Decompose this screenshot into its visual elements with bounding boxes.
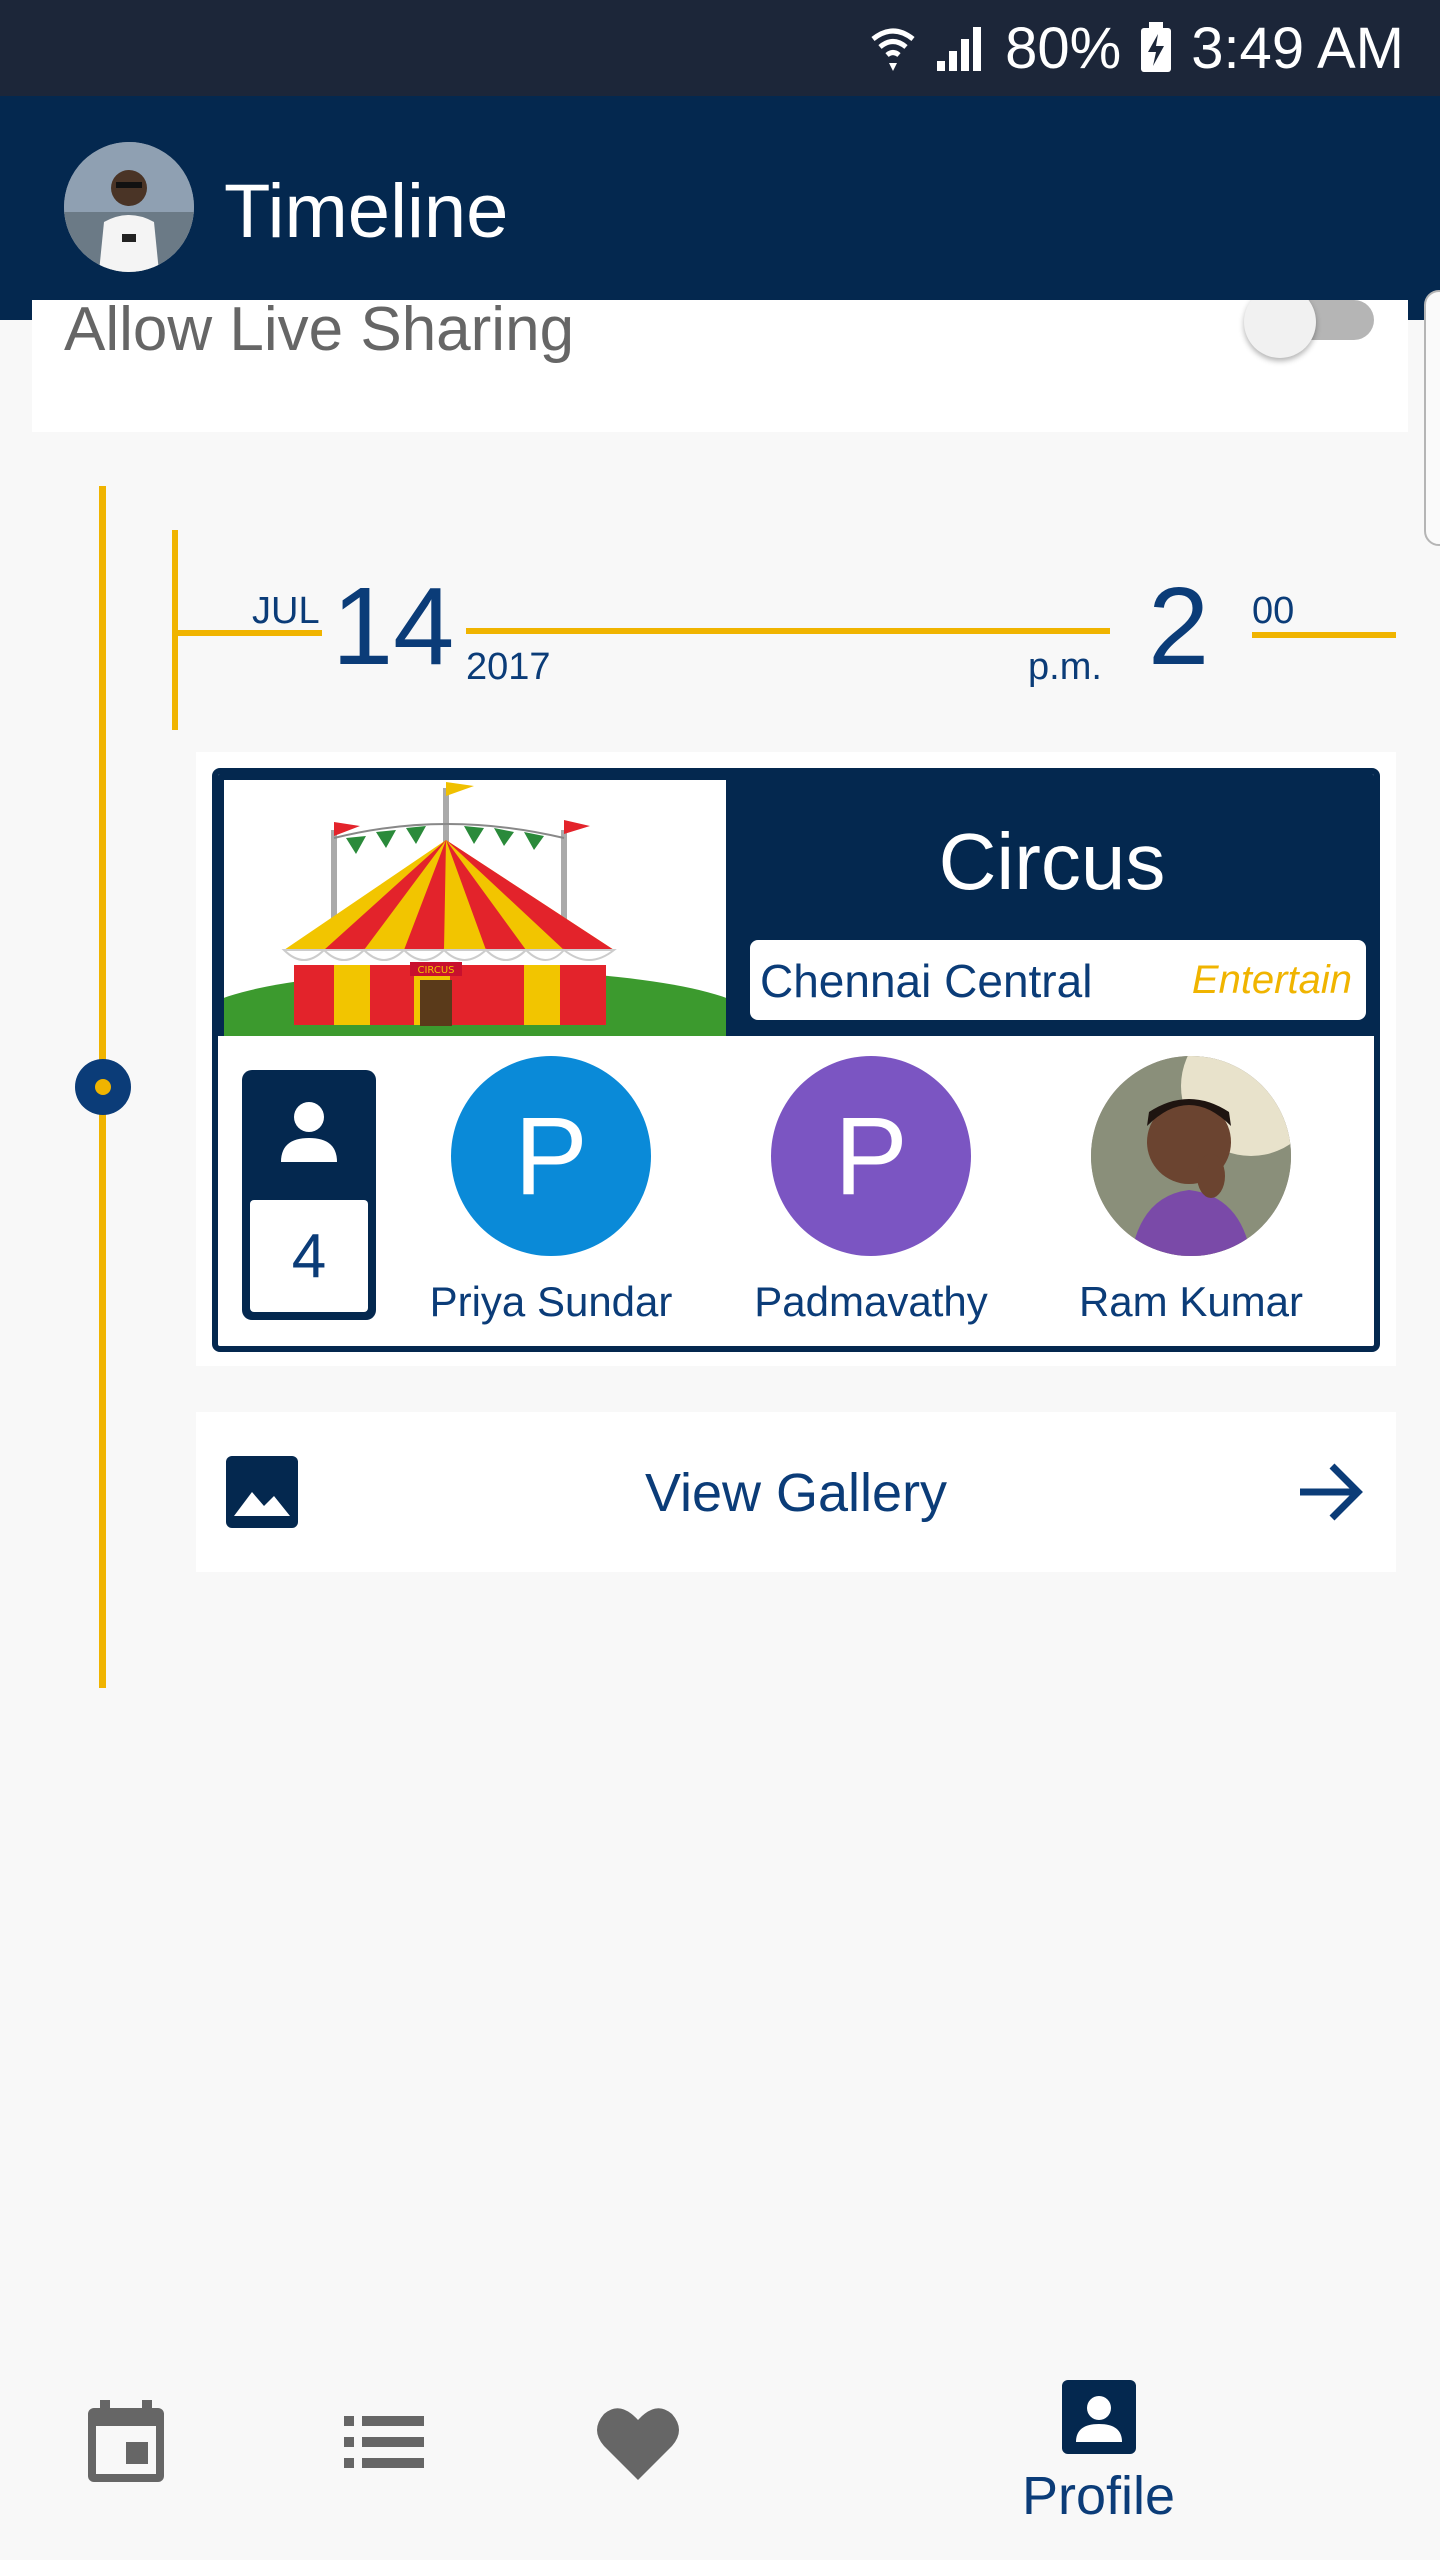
attendee-avatar: P — [771, 1056, 971, 1256]
attendee-count-badge: 4 — [242, 1070, 376, 1320]
clock: 3:49 AM — [1191, 15, 1404, 81]
battery-percent: 80% — [1005, 15, 1122, 81]
nav-favorites[interactable] — [596, 2404, 680, 2487]
attendee-name: Ram Kumar — [1078, 1278, 1304, 1325]
live-sharing-card: Allow Live Sharing — [32, 300, 1408, 432]
nav-profile[interactable]: Profile — [1022, 2380, 1175, 2527]
circus-sign: CIRCUS — [417, 965, 454, 976]
live-sharing-label: Allow Live Sharing — [64, 300, 575, 364]
view-gallery-button[interactable]: View Gallery — [196, 1412, 1396, 1572]
heart-icon — [596, 2404, 680, 2487]
person-icon — [279, 1100, 339, 1167]
attendee-avatar: P — [451, 1056, 651, 1256]
event-minute: 00 — [1252, 590, 1295, 632]
event-year: 2017 — [466, 646, 551, 688]
event-card[interactable]: CIRCUS Circus Chennai Central Entertain … — [212, 768, 1380, 1352]
attendee-avatar — [1091, 1056, 1291, 1256]
event-title: Circus — [938, 817, 1166, 906]
list-icon — [344, 2416, 424, 2473]
event-ampm: p.m. — [1028, 646, 1102, 688]
live-sharing-toggle[interactable] — [1244, 300, 1374, 358]
attendee-name: Padmavathy — [754, 1278, 988, 1325]
scroll-indicator[interactable] — [1424, 290, 1440, 546]
nav-profile-label: Profile — [1022, 2466, 1176, 2526]
page-title: Timeline — [224, 169, 509, 254]
calendar-icon — [84, 2400, 168, 2489]
event-category: Entertain — [1191, 958, 1352, 1002]
toggle-thumb — [1244, 300, 1316, 358]
arrow-right-icon — [1296, 1460, 1366, 1529]
nav-calendar[interactable] — [84, 2400, 168, 2489]
status-bar: 80% 3:49 AM — [0, 0, 1440, 96]
attendee-count: 4 — [250, 1200, 368, 1312]
wifi-icon — [869, 23, 917, 73]
bottom-nav: Profile — [0, 2360, 1440, 2560]
attendee-item[interactable]: Ram Kumar — [1041, 1056, 1341, 1326]
view-gallery-label: View Gallery — [644, 1463, 948, 1523]
attendee-item[interactable]: P Priya Sundar — [401, 1056, 701, 1326]
event-hour: 2 — [1148, 565, 1210, 688]
event-day: 14 — [332, 565, 455, 688]
attendee-name: Priya Sundar — [429, 1278, 673, 1325]
nav-list[interactable] — [344, 2416, 424, 2473]
profile-icon — [1061, 2380, 1136, 2459]
attendee-item[interactable]: P Padmavathy — [721, 1056, 1021, 1326]
attendee-initial: P — [834, 1094, 908, 1218]
date-divider-line — [466, 628, 1110, 634]
app-bar: Timeline — [0, 96, 1440, 320]
user-avatar[interactable] — [64, 142, 194, 272]
battery-charging-icon — [1139, 22, 1173, 74]
attendee-initial: P — [514, 1094, 588, 1218]
timeline-dot — [75, 1059, 131, 1115]
event-image: CIRCUS — [224, 780, 726, 1036]
signal-icon — [935, 23, 987, 73]
event-location: Chennai Central — [760, 955, 1093, 1007]
event-info-bar: Chennai Central Entertain — [750, 940, 1366, 1020]
event-month: JUL — [252, 590, 320, 632]
